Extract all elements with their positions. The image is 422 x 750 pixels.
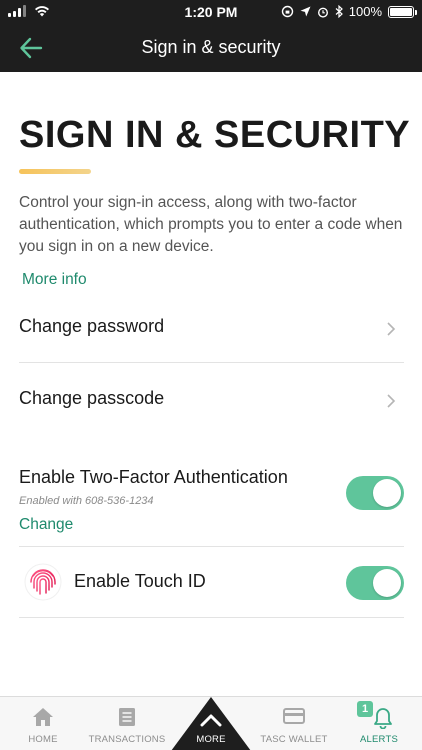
- nav-title: Sign in & security: [141, 37, 281, 57]
- change-passcode-row[interactable]: Change passcode: [19, 388, 404, 414]
- divider: [19, 362, 404, 363]
- chevron-right-icon: [387, 394, 396, 408]
- chevron-up-icon: [200, 714, 222, 727]
- touch-id-toggle[interactable]: [346, 566, 404, 600]
- bluetooth-icon: [335, 5, 343, 18]
- touch-id-row: Enable Touch ID: [74, 571, 334, 597]
- tab-transactions[interactable]: TRANSACTIONS: [86, 697, 168, 750]
- more-info-link[interactable]: More info: [22, 271, 87, 289]
- alerts-badge: 1: [357, 701, 373, 717]
- tab-more[interactable]: MORE: [171, 697, 251, 750]
- home-icon: [33, 708, 53, 726]
- title-underline: [19, 169, 91, 174]
- battery-icon: [388, 5, 417, 18]
- change-password-row[interactable]: Change password: [19, 316, 404, 342]
- toggle-knob: [373, 569, 401, 597]
- alarm-icon: [317, 7, 328, 18]
- battery-percent: 100%: [348, 4, 382, 19]
- document-icon: [119, 708, 135, 726]
- chevron-right-icon: [387, 322, 396, 336]
- main-content: SIGN IN & SECURITY Control your sign-in …: [0, 72, 422, 696]
- fingerprint-icon: [24, 563, 62, 601]
- location-icon: [300, 6, 311, 17]
- tab-alerts[interactable]: 1 ALERTS: [336, 697, 422, 750]
- card-icon: [283, 708, 305, 724]
- tab-label: MORE: [196, 734, 226, 745]
- tab-label: ALERTS: [360, 734, 398, 745]
- nav-bar: Sign in & security: [0, 24, 422, 72]
- status-bar: 1:20 PM 100%: [0, 0, 422, 24]
- two-factor-detail: Enabled with 608-536-1234: [19, 495, 154, 507]
- two-factor-change-link[interactable]: Change: [19, 516, 73, 534]
- tab-label: TASC WALLET: [260, 734, 328, 745]
- tab-bar: HOME TRANSACTIONS MORE TASC WALLET 1 ALE…: [0, 696, 422, 750]
- two-factor-label: Enable Two-Factor Authentication: [19, 467, 288, 487]
- page-title: SIGN IN & SECURITY: [19, 114, 411, 156]
- divider: [19, 546, 404, 547]
- toggle-knob: [373, 479, 401, 507]
- tab-tasc-wallet[interactable]: TASC WALLET: [252, 697, 336, 750]
- page-description: Control your sign-in access, along with …: [19, 194, 403, 255]
- orientation-lock-icon: [281, 5, 293, 18]
- status-right: 100%: [281, 4, 417, 19]
- change-password-label: Change password: [19, 316, 165, 336]
- tab-label: TRANSACTIONS: [88, 734, 166, 745]
- two-factor-toggle[interactable]: [346, 476, 404, 510]
- tab-home[interactable]: HOME: [0, 697, 86, 750]
- tab-label: HOME: [28, 734, 58, 745]
- change-passcode-label: Change passcode: [19, 388, 165, 408]
- touch-id-label: Enable Touch ID: [74, 571, 206, 591]
- divider: [19, 617, 404, 618]
- bell-icon: [374, 708, 392, 729]
